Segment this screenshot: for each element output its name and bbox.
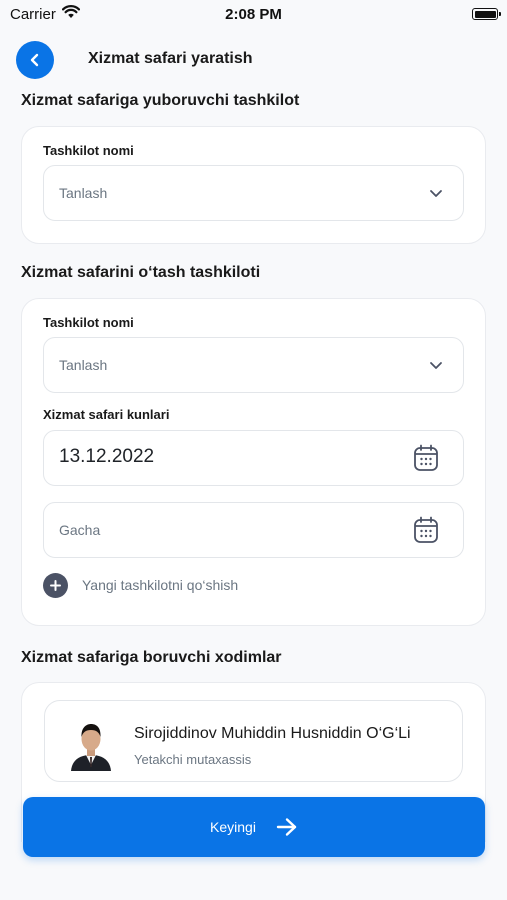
date-to-input[interactable]: Gacha [43, 502, 464, 558]
date-to-placeholder: Gacha [59, 522, 101, 538]
section-title-host: Xizmat safarini o‘tash tashkiloti [21, 264, 261, 281]
status-bar: Carrier 2:08 PM [0, 0, 507, 30]
host-card: Tashkilot nomi Tanlash Xizmat safari kun… [21, 298, 486, 626]
employee-role: Yetakchi mutaxassis [134, 752, 252, 767]
select-value: Tanlash [59, 185, 108, 201]
employee-name: Sirojiddinov Muhiddin Husniddin O‘G‘Li [134, 725, 411, 742]
add-organization-label: Yangi tashkilotni qo‘shish [82, 577, 239, 593]
avatar [69, 719, 113, 771]
org-name-label: Tashkilot nomi [43, 143, 134, 158]
back-button[interactable] [16, 41, 54, 79]
section-title-sender: Xizmat safariga yuboruvchi tashkilot [21, 92, 300, 109]
chevron-down-icon [430, 190, 442, 197]
battery-icon [472, 8, 501, 20]
add-organization-button[interactable]: Yangi tashkilotni qo‘shish [43, 572, 238, 598]
next-button[interactable]: Keyingi [23, 797, 485, 857]
calendar-icon[interactable] [413, 516, 439, 544]
host-org-select[interactable]: Tanlash [43, 337, 464, 393]
trip-days-label: Xizmat safari kunlari [43, 407, 170, 422]
arrow-right-icon [276, 817, 298, 837]
employee-item[interactable]: Sirojiddinov Muhiddin Husniddin O‘G‘Li Y… [44, 700, 463, 782]
section-title-employees: Xizmat safariga boruvchi xodimlar [21, 649, 282, 666]
chevron-down-icon [430, 362, 442, 369]
date-from-input[interactable]: 13.12.2022 [43, 430, 464, 486]
sender-org-select[interactable]: Tanlash [43, 165, 464, 221]
next-button-label: Keyingi [210, 819, 256, 835]
select-value: Tanlash [59, 357, 108, 373]
date-from-value: 13.12.2022 [59, 446, 155, 467]
clock: 2:08 PM [225, 6, 282, 23]
calendar-icon[interactable] [413, 444, 439, 472]
page-title: Xizmat safari yaratish [88, 50, 253, 67]
chevron-left-icon [30, 53, 39, 67]
org-name-label: Tashkilot nomi [43, 315, 134, 330]
plus-icon [43, 572, 68, 598]
sender-card: Tashkilot nomi Tanlash [21, 126, 486, 244]
